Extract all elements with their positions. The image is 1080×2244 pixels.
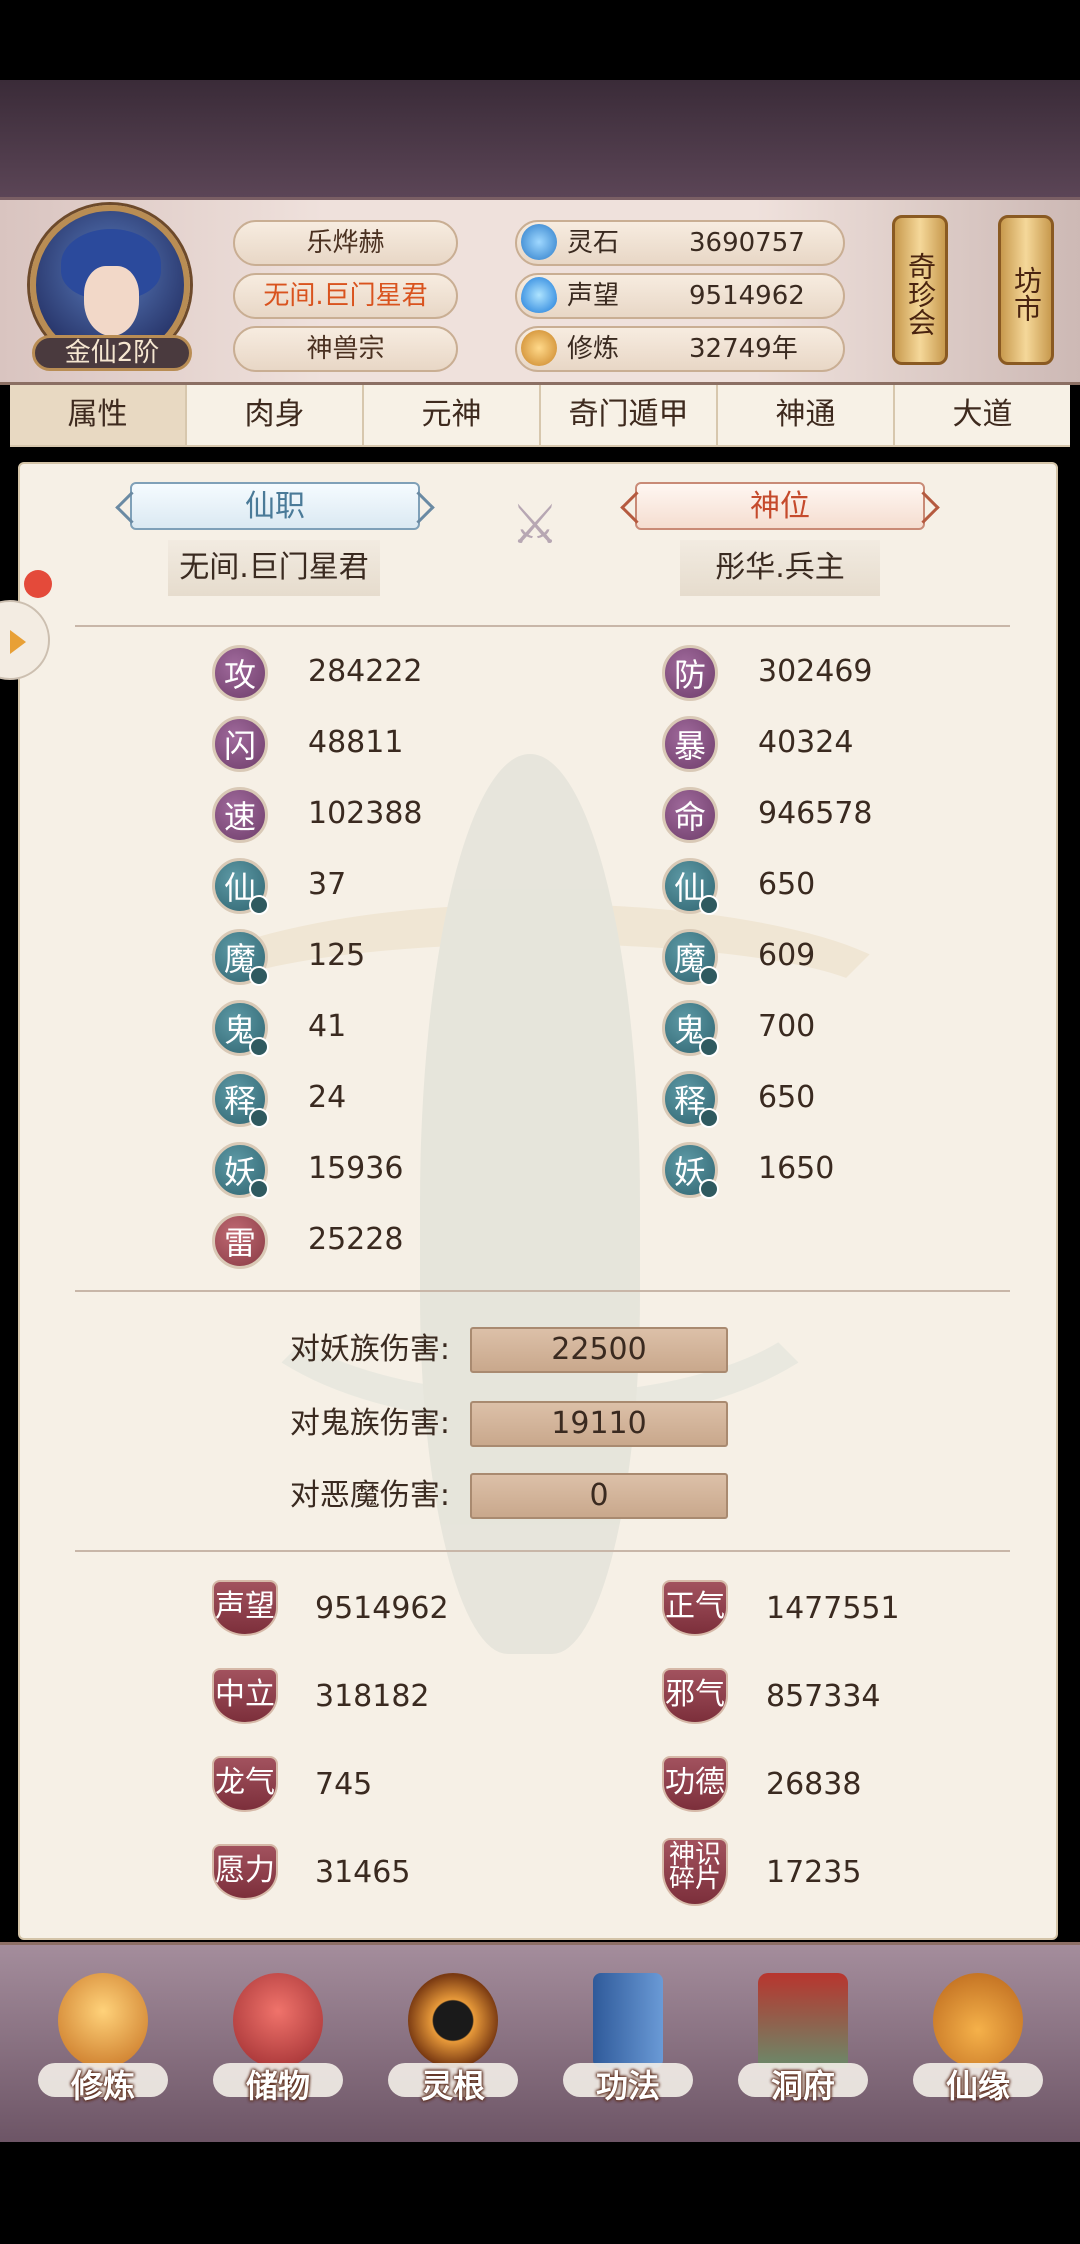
divine-rank-value: 彤华.兵主 (680, 540, 880, 596)
divine-rank-title: 神位 (635, 482, 925, 530)
thunder-badge: 雷 (212, 1213, 268, 1269)
tab-spirit[interactable]: 元神 (364, 385, 541, 445)
nav-techniques[interactable]: 功法 (558, 1965, 698, 2115)
dodge-badge: 闪 (212, 716, 268, 772)
tab-divine-power[interactable]: 神通 (718, 385, 895, 445)
damage-demon-race-label: 对妖族伤害: (289, 1332, 450, 1367)
monster-attack-value: 15936 (308, 1151, 404, 1186)
tab-body[interactable]: 肉身 (187, 385, 364, 445)
damage-devil-value: 0 (470, 1473, 728, 1519)
merit-value: 26838 (766, 1767, 862, 1802)
buddha-attack-badge: 释 (212, 1071, 269, 1128)
nav-storage[interactable]: 储物 (208, 1965, 348, 2115)
ghost-defense-value: 700 (758, 1009, 816, 1044)
tab-dao[interactable]: 大道 (895, 385, 1070, 445)
divider (75, 625, 1010, 627)
speed-value: 102388 (308, 796, 423, 831)
wish-power-value: 31465 (315, 1855, 411, 1890)
hp-badge: 命 (662, 787, 718, 843)
damage-ghost-race-label: 对鬼族伤害: (289, 1406, 450, 1441)
ghost-attack-badge: 鬼 (212, 1000, 269, 1057)
wish-power-badge: 愿力 (212, 1844, 278, 1900)
ghost-defense-badge: 鬼 (662, 1000, 719, 1057)
market-button[interactable]: 坊市 (998, 215, 1054, 365)
immortal-job-value: 无间.巨门星君 (168, 540, 380, 596)
neutral-badge: 中立 (212, 1668, 278, 1724)
dodge-value: 48811 (308, 725, 404, 760)
cave-icon (758, 1973, 848, 2068)
attribute-panel (18, 462, 1058, 1940)
spirit-stone-stat: 灵石 3690757 (515, 220, 845, 266)
buddha-defense-badge: 释 (662, 1071, 719, 1128)
immortal-job-title: 仙职 (130, 482, 420, 530)
crit-value: 40324 (758, 725, 854, 760)
attack-value: 284222 (308, 654, 423, 689)
immortal-attack-value: 37 (308, 867, 347, 902)
gourd-icon (933, 1973, 1023, 2068)
monster-defense-value: 1650 (758, 1151, 835, 1186)
tab-qimen[interactable]: 奇门遁甲 (541, 385, 718, 445)
evil-qi-badge: 邪气 (662, 1668, 728, 1724)
buddha-defense-value: 650 (758, 1080, 816, 1115)
demon-attack-badge: 魔 (212, 929, 269, 986)
cultivation-stat: 修炼 32749年 (515, 326, 845, 372)
reputation-stat: 声望 9514962 (515, 273, 845, 319)
defense-value: 302469 (758, 654, 873, 689)
crossed-swords-icon: ⚔ (510, 493, 560, 556)
divider (75, 1290, 1010, 1292)
immortal-defense-value: 650 (758, 867, 816, 902)
immortal-attack-badge: 仙 (212, 858, 269, 915)
merit-badge: 功德 (662, 1756, 728, 1812)
speed-badge: 速 (212, 787, 268, 843)
reputation-badge: 声望 (212, 1580, 278, 1636)
dragon-qi-badge: 龙气 (212, 1756, 278, 1812)
immortal-defense-badge: 仙 (662, 858, 719, 915)
dragon-qi-value: 745 (315, 1767, 373, 1802)
tab-bar: 属性 肉身 元神 奇门遁甲 神通 大道 (10, 385, 1070, 447)
divider (75, 1550, 1010, 1552)
attack-badge: 攻 (212, 645, 268, 701)
reputation-icon (521, 277, 557, 313)
top-decor-bar (0, 80, 1080, 200)
notification-dot (24, 570, 52, 598)
player-title[interactable]: 无间.巨门星君 (233, 273, 458, 319)
player-sect[interactable]: 神兽宗 (233, 326, 458, 372)
soul-fragment-badge: 神识碎片 (662, 1838, 728, 1906)
righteous-qi-badge: 正气 (662, 1580, 728, 1636)
cultivation-icon (521, 330, 557, 366)
nav-fate[interactable]: 仙缘 (908, 1965, 1048, 2115)
crit-badge: 暴 (662, 716, 718, 772)
bag-icon (233, 1973, 323, 2068)
monster-attack-badge: 妖 (212, 1142, 269, 1199)
demon-defense-value: 609 (758, 938, 816, 973)
defense-badge: 防 (662, 645, 718, 701)
reputation-value: 9514962 (315, 1591, 449, 1626)
damage-ghost-race-value: 19110 (470, 1401, 728, 1447)
hp-value: 946578 (758, 796, 873, 831)
player-name: 乐烨赫 (233, 220, 458, 266)
tab-attributes[interactable]: 属性 (10, 385, 187, 445)
system-bottom-bar (0, 2142, 1080, 2244)
book-icon (593, 1973, 663, 2068)
damage-devil-label: 对恶魔伤害: (289, 1478, 450, 1513)
spirit-root-icon (408, 1973, 498, 2068)
demon-defense-badge: 魔 (662, 929, 719, 986)
ghost-attack-value: 41 (308, 1009, 347, 1044)
nav-cultivate[interactable]: 修炼 (33, 1965, 173, 2115)
soul-fragment-value: 17235 (766, 1855, 862, 1890)
demon-attack-value: 125 (308, 938, 366, 973)
treasure-shop-button[interactable]: 奇珍会 (892, 215, 948, 365)
thunder-value: 25228 (308, 1222, 404, 1257)
player-rank: 金仙2阶 (32, 335, 192, 371)
monster-defense-badge: 妖 (662, 1142, 719, 1199)
evil-qi-value: 857334 (766, 1679, 881, 1714)
cultivate-icon (58, 1973, 148, 2068)
nav-spirit-root[interactable]: 灵根 (383, 1965, 523, 2115)
righteous-qi-value: 1477551 (766, 1591, 900, 1626)
buddha-attack-value: 24 (308, 1080, 347, 1115)
nav-cave[interactable]: 洞府 (733, 1965, 873, 2115)
spirit-stone-icon (521, 224, 557, 260)
neutral-value: 318182 (315, 1679, 430, 1714)
damage-demon-race-value: 22500 (470, 1327, 728, 1373)
